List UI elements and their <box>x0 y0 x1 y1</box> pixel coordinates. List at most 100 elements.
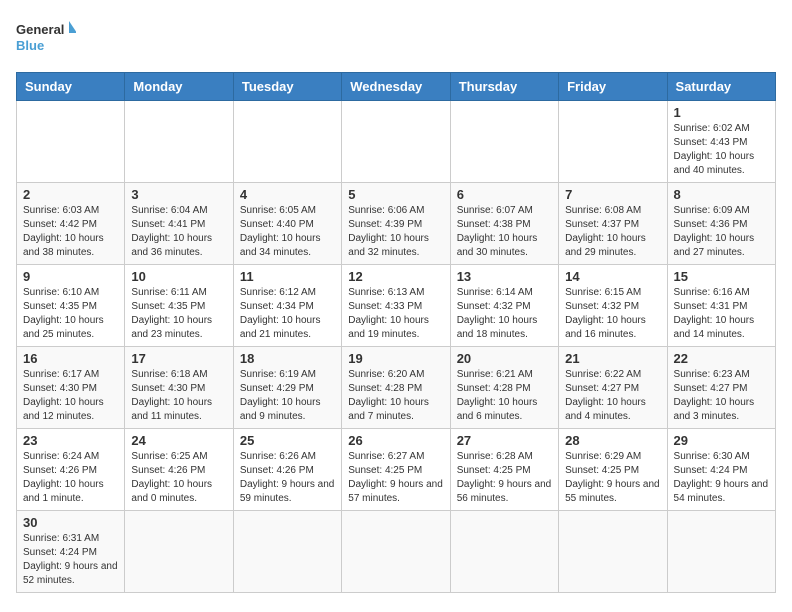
day-info: Sunrise: 6:15 AM Sunset: 4:32 PM Dayligh… <box>565 286 660 342</box>
calendar-cell <box>559 511 667 593</box>
calendar-cell: 24 Sunrise: 6:25 AM Sunset: 4:26 PM Dayli… <box>125 429 233 511</box>
weekday-header-wednesday: Wednesday <box>342 73 450 101</box>
calendar-cell: 13 Sunrise: 6:14 AM Sunset: 4:32 PM Dayli… <box>450 265 558 347</box>
day-number: 10 <box>131 269 226 284</box>
calendar-cell: 29Sunrise: 6:30 AM Sunset: 4:24 PM Dayli… <box>667 429 775 511</box>
calendar-cell: 9 Sunrise: 6:10 AM Sunset: 4:35 PM Daylig… <box>17 265 125 347</box>
calendar-cell: 7 Sunrise: 6:08 AM Sunset: 4:37 PM Daylig… <box>559 183 667 265</box>
day-info: Sunrise: 6:25 AM Sunset: 4:26 PM Dayligh… <box>131 450 226 506</box>
day-number: 14 <box>565 269 660 284</box>
day-number: 28 <box>565 433 660 448</box>
svg-text:General: General <box>16 22 64 37</box>
calendar-cell: 4Sunrise: 6:05 AM Sunset: 4:40 PM Daylig… <box>233 183 341 265</box>
day-info: Sunrise: 6:21 AM Sunset: 4:28 PM Dayligh… <box>457 368 552 424</box>
day-info: Sunrise: 6:14 AM Sunset: 4:32 PM Dayligh… <box>457 286 552 342</box>
day-number: 15 <box>674 269 769 284</box>
day-info: Sunrise: 6:02 AM Sunset: 4:43 PM Dayligh… <box>674 122 769 178</box>
calendar-week-1: 1Sunrise: 6:02 AM Sunset: 4:43 PM Daylig… <box>17 101 776 183</box>
calendar-cell: 15 Sunrise: 6:16 AM Sunset: 4:31 PM Dayli… <box>667 265 775 347</box>
calendar-cell: 8 Sunrise: 6:09 AM Sunset: 4:36 PM Daylig… <box>667 183 775 265</box>
calendar-cell: 1Sunrise: 6:02 AM Sunset: 4:43 PM Daylig… <box>667 101 775 183</box>
day-number: 23 <box>23 433 118 448</box>
day-info: Sunrise: 6:19 AM Sunset: 4:29 PM Dayligh… <box>240 368 335 424</box>
day-number: 3 <box>131 187 226 202</box>
calendar-cell: 6 Sunrise: 6:07 AM Sunset: 4:38 PM Daylig… <box>450 183 558 265</box>
day-number: 5 <box>348 187 443 202</box>
day-number: 2 <box>23 187 118 202</box>
calendar-cell <box>559 101 667 183</box>
day-info: Sunrise: 6:03 AM Sunset: 4:42 PM Dayligh… <box>23 204 118 260</box>
calendar-cell: 23Sunrise: 6:24 AM Sunset: 4:26 PM Dayli… <box>17 429 125 511</box>
day-info: Sunrise: 6:05 AM Sunset: 4:40 PM Dayligh… <box>240 204 335 260</box>
calendar-cell <box>450 101 558 183</box>
calendar-cell <box>233 511 341 593</box>
calendar-cell: 21 Sunrise: 6:22 AM Sunset: 4:27 PM Dayli… <box>559 347 667 429</box>
day-info: Sunrise: 6:06 AM Sunset: 4:39 PM Dayligh… <box>348 204 443 260</box>
calendar-cell: 18 Sunrise: 6:19 AM Sunset: 4:29 PM Dayli… <box>233 347 341 429</box>
calendar-cell: 16 Sunrise: 6:17 AM Sunset: 4:30 PM Dayli… <box>17 347 125 429</box>
calendar-week-2: 2 Sunrise: 6:03 AM Sunset: 4:42 PM Daylig… <box>17 183 776 265</box>
day-number: 8 <box>674 187 769 202</box>
calendar-cell: 28 Sunrise: 6:29 AM Sunset: 4:25 PM Dayli… <box>559 429 667 511</box>
calendar-cell: 26Sunrise: 6:27 AM Sunset: 4:25 PM Dayli… <box>342 429 450 511</box>
calendar-cell: 3 Sunrise: 6:04 AM Sunset: 4:41 PM Daylig… <box>125 183 233 265</box>
day-info: Sunrise: 6:13 AM Sunset: 4:33 PM Dayligh… <box>348 286 443 342</box>
day-info: Sunrise: 6:17 AM Sunset: 4:30 PM Dayligh… <box>23 368 118 424</box>
calendar-cell: 17 Sunrise: 6:18 AM Sunset: 4:30 PM Dayli… <box>125 347 233 429</box>
day-info: Sunrise: 6:23 AM Sunset: 4:27 PM Dayligh… <box>674 368 769 424</box>
day-info: Sunrise: 6:08 AM Sunset: 4:37 PM Dayligh… <box>565 204 660 260</box>
weekday-header-row: SundayMondayTuesdayWednesdayThursdayFrid… <box>17 73 776 101</box>
calendar-cell <box>667 511 775 593</box>
calendar-cell <box>342 101 450 183</box>
calendar-cell: 2 Sunrise: 6:03 AM Sunset: 4:42 PM Daylig… <box>17 183 125 265</box>
day-number: 13 <box>457 269 552 284</box>
day-number: 29 <box>674 433 769 448</box>
day-info: Sunrise: 6:18 AM Sunset: 4:30 PM Dayligh… <box>131 368 226 424</box>
calendar-cell: 10Sunrise: 6:11 AM Sunset: 4:35 PM Dayli… <box>125 265 233 347</box>
day-info: Sunrise: 6:16 AM Sunset: 4:31 PM Dayligh… <box>674 286 769 342</box>
day-number: 16 <box>23 351 118 366</box>
day-number: 7 <box>565 187 660 202</box>
day-number: 18 <box>240 351 335 366</box>
day-number: 21 <box>565 351 660 366</box>
day-number: 25 <box>240 433 335 448</box>
day-number: 27 <box>457 433 552 448</box>
calendar-week-3: 9 Sunrise: 6:10 AM Sunset: 4:35 PM Daylig… <box>17 265 776 347</box>
day-number: 20 <box>457 351 552 366</box>
calendar-cell <box>342 511 450 593</box>
day-number: 9 <box>23 269 118 284</box>
calendar-cell <box>233 101 341 183</box>
day-info: Sunrise: 6:26 AM Sunset: 4:26 PM Dayligh… <box>240 450 335 506</box>
calendar-cell: 20 Sunrise: 6:21 AM Sunset: 4:28 PM Dayli… <box>450 347 558 429</box>
weekday-header-sunday: Sunday <box>17 73 125 101</box>
calendar-cell: 30 Sunrise: 6:31 AM Sunset: 4:24 PM Dayli… <box>17 511 125 593</box>
day-number: 17 <box>131 351 226 366</box>
day-info: Sunrise: 6:09 AM Sunset: 4:36 PM Dayligh… <box>674 204 769 260</box>
calendar-cell: 25 Sunrise: 6:26 AM Sunset: 4:26 PM Dayli… <box>233 429 341 511</box>
day-info: Sunrise: 6:04 AM Sunset: 4:41 PM Dayligh… <box>131 204 226 260</box>
day-info: Sunrise: 6:10 AM Sunset: 4:35 PM Dayligh… <box>23 286 118 342</box>
day-number: 26 <box>348 433 443 448</box>
day-info: Sunrise: 6:29 AM Sunset: 4:25 PM Dayligh… <box>565 450 660 506</box>
calendar-cell: 11Sunrise: 6:12 AM Sunset: 4:34 PM Dayli… <box>233 265 341 347</box>
calendar-cell: 19 Sunrise: 6:20 AM Sunset: 4:28 PM Dayli… <box>342 347 450 429</box>
day-number: 24 <box>131 433 226 448</box>
calendar-cell: 27Sunrise: 6:28 AM Sunset: 4:25 PM Dayli… <box>450 429 558 511</box>
day-info: Sunrise: 6:20 AM Sunset: 4:28 PM Dayligh… <box>348 368 443 424</box>
weekday-header-monday: Monday <box>125 73 233 101</box>
day-info: Sunrise: 6:31 AM Sunset: 4:24 PM Dayligh… <box>23 532 118 588</box>
day-info: Sunrise: 6:07 AM Sunset: 4:38 PM Dayligh… <box>457 204 552 260</box>
day-number: 6 <box>457 187 552 202</box>
day-number: 19 <box>348 351 443 366</box>
day-number: 30 <box>23 515 118 530</box>
logo: General Blue <box>16 16 76 60</box>
calendar-cell <box>17 101 125 183</box>
calendar-week-6: 30 Sunrise: 6:31 AM Sunset: 4:24 PM Dayli… <box>17 511 776 593</box>
logo-svg: General Blue <box>16 16 76 60</box>
calendar-cell <box>450 511 558 593</box>
day-info: Sunrise: 6:22 AM Sunset: 4:27 PM Dayligh… <box>565 368 660 424</box>
calendar-cell: 12Sunrise: 6:13 AM Sunset: 4:33 PM Dayli… <box>342 265 450 347</box>
weekday-header-saturday: Saturday <box>667 73 775 101</box>
day-number: 22 <box>674 351 769 366</box>
calendar-cell: 14 Sunrise: 6:15 AM Sunset: 4:32 PM Dayli… <box>559 265 667 347</box>
